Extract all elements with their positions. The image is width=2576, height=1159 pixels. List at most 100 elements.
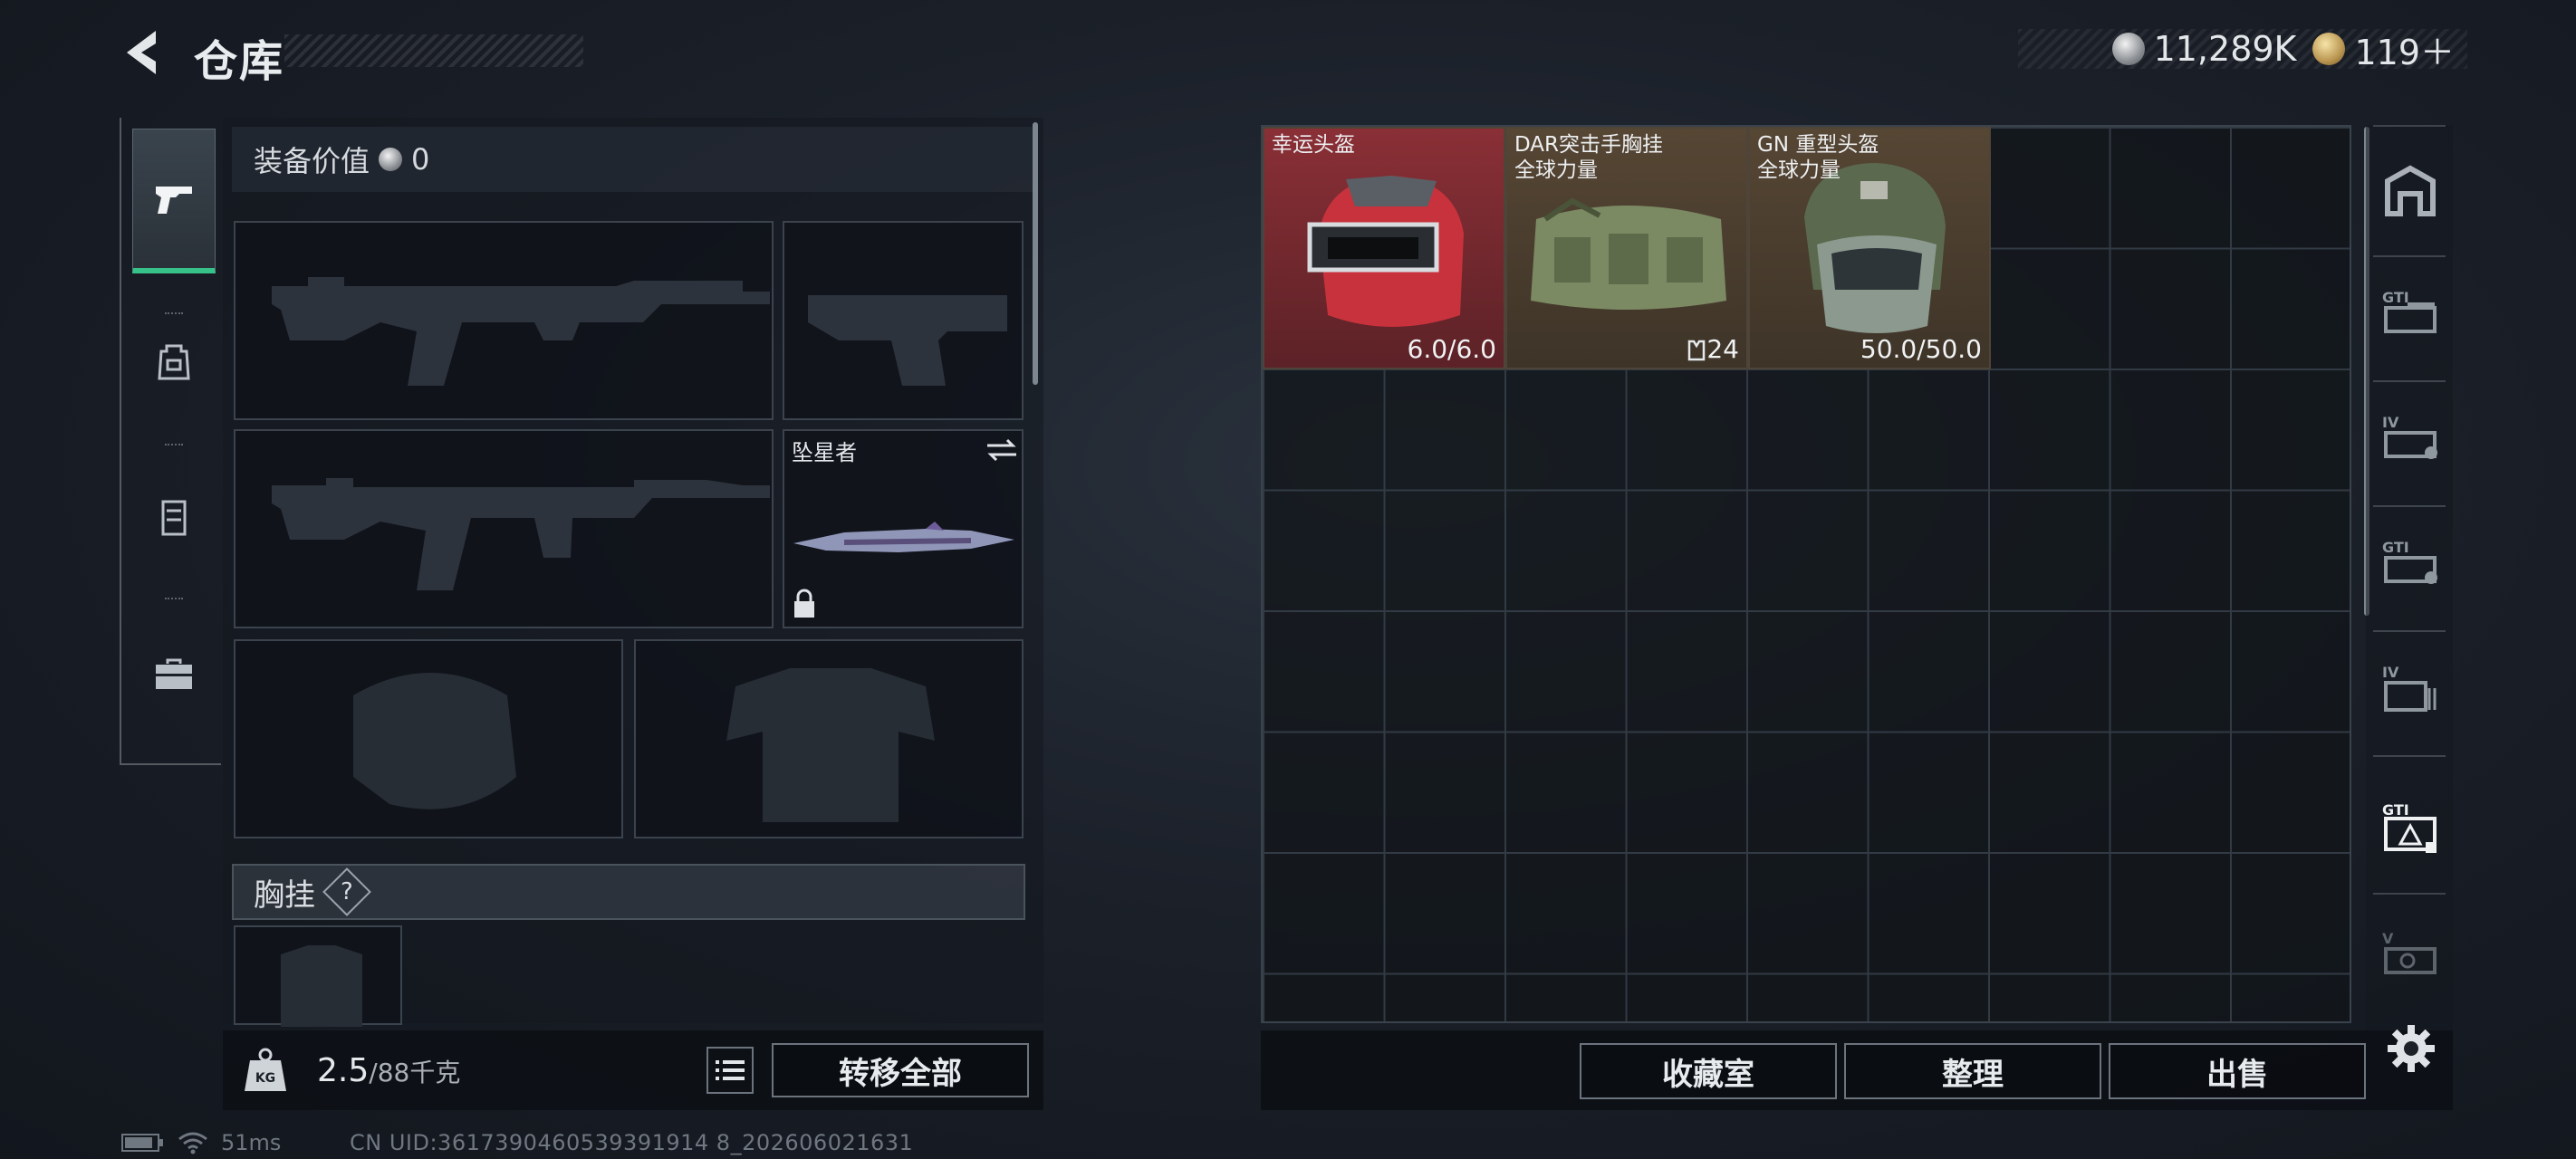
helmet-slot[interactable] [234, 639, 623, 838]
red-helmet-icon [1307, 176, 1464, 327]
item-durability: 50.0/50.0 [1860, 334, 1982, 364]
melee-name: 坠星者 [792, 440, 857, 465]
equipment-value-label: 装备价值 [254, 144, 370, 178]
kg-weight-icon: KG [245, 1048, 286, 1091]
title-decoration [284, 34, 583, 67]
svg-text:GTI: GTI [2382, 289, 2409, 306]
storage-box-icon: IV [2382, 664, 2437, 712]
help-icon[interactable]: ? [322, 867, 371, 916]
svg-text:IV: IV [2382, 664, 2399, 681]
melee-slot[interactable]: 坠星者 [783, 429, 1024, 628]
weight-readout: 2.5/88千克 [317, 1052, 460, 1089]
ping-value: 51ms [221, 1130, 282, 1155]
chest-rig-icon [1531, 197, 1726, 310]
storage-box-icon: GTI [2382, 539, 2437, 584]
shelf-icon [2385, 165, 2436, 216]
armor-silhouette-icon [726, 668, 935, 822]
battery-icon [121, 1134, 163, 1152]
armor-slot[interactable] [634, 639, 1024, 838]
tab-storage-main[interactable] [2379, 159, 2442, 223]
status-line: 51ms [121, 1130, 281, 1155]
weight-bar: KG 2.5/88千克 转移全部 [223, 1030, 1043, 1110]
gold-currency[interactable]: 119＋ [2312, 24, 2455, 74]
helmet-silhouette-icon [353, 673, 516, 809]
storage-item[interactable]: GN 重型头盔 全球力量 50.0/50.0 [1748, 127, 1991, 369]
chest-rig-label: 胸挂 [254, 876, 315, 914]
storage-box-icon: GTI [2382, 289, 2437, 333]
settings-button[interactable] [2384, 1021, 2438, 1076]
list-view-button[interactable] [706, 1047, 754, 1094]
toolbox-icon [156, 658, 192, 689]
tab-storage-iv-2[interactable]: IV [2379, 656, 2442, 719]
item-capacity: 24 [1687, 334, 1739, 364]
storage-item[interactable]: DAR突击手胸挂 全球力量 24 [1505, 127, 1748, 369]
chest-rig-mini-icon [1688, 340, 1706, 361]
item-title: DAR突击手胸挂 [1514, 133, 1664, 157]
weight-capacity: /88千克 [369, 1057, 461, 1087]
svg-text:KG: KG [255, 1071, 275, 1086]
star-blade-knife-icon [793, 522, 1014, 552]
gold-amount: 119＋ [2354, 32, 2455, 72]
item-subtitle: 全球力量 [1757, 158, 1841, 182]
storage-box-icon: IV [2382, 414, 2437, 459]
item-capacity-value: 24 [1706, 334, 1739, 364]
currency-bar: 11,289K 119＋ [2018, 29, 2467, 72]
silver-currency[interactable]: 11,289K [2111, 29, 2297, 69]
equipment-value: 0 [411, 142, 430, 177]
secondary-weapon-slot[interactable] [234, 429, 774, 628]
gear-icon [2388, 1025, 2435, 1072]
rifle-silhouette-icon [272, 277, 770, 386]
tab-storage-gti-1[interactable]: GTI [2379, 281, 2442, 344]
sell-button[interactable]: 出售 [2109, 1043, 2366, 1099]
equipment-value-header: 装备价值 0 [232, 127, 1036, 192]
organize-button[interactable]: 整理 [1844, 1043, 2101, 1099]
storage-grid[interactable]: 幸运头盔 6.0/6.0 DAR突击手胸挂 全球力量 24 GN 重型头盔 全球… [1261, 125, 2351, 1023]
chevron-left-icon [127, 31, 156, 74]
svg-text:V: V [2382, 930, 2394, 947]
backpack-icon [158, 344, 190, 380]
tab-storage-iv-1[interactable]: IV [2379, 406, 2442, 469]
storage-box-icon: V [2382, 930, 2437, 974]
gold-coin-icon [2312, 33, 2346, 65]
wifi-icon [178, 1132, 207, 1154]
svg-text:IV: IV [2382, 414, 2399, 431]
loadout-category-nav [120, 118, 221, 765]
storage-action-bar: 收藏室 整理 出售 [1261, 1030, 2453, 1110]
svg-text:GTI: GTI [2382, 539, 2409, 556]
vest-icon [161, 500, 187, 536]
rifle-silhouette-icon [272, 478, 770, 590]
pistol-silhouette-icon [808, 295, 1007, 386]
storage-box-active-icon: GTI [2382, 801, 2437, 853]
chest-rig-silhouette-icon [281, 945, 362, 1027]
silver-amount: 11,289K [2153, 29, 2297, 69]
tab-storage-v[interactable]: V [2379, 922, 2442, 985]
page-title: 仓库 [194, 36, 285, 87]
nav-toolbox[interactable] [132, 602, 216, 747]
nav-backpack[interactable] [132, 290, 216, 435]
item-name: GN 重型头盔 全球力量 [1757, 132, 1879, 183]
pistol-icon [156, 186, 192, 214]
transfer-all-button[interactable]: 转移全部 [772, 1043, 1029, 1097]
tab-storage-gti-active[interactable]: GTI [2379, 797, 2442, 860]
storage-item[interactable]: 幸运头盔 6.0/6.0 [1263, 127, 1505, 369]
item-subtitle: 全球力量 [1514, 158, 1598, 182]
weight-current: 2.5 [317, 1051, 370, 1089]
item-title: GN 重型头盔 [1757, 133, 1879, 157]
collection-button[interactable]: 收藏室 [1580, 1043, 1837, 1099]
nav-weapons[interactable] [132, 129, 216, 273]
swap-icon[interactable] [985, 436, 1018, 464]
chest-rig-section: 胸挂 ? [232, 864, 1025, 920]
chest-rig-slot[interactable] [234, 925, 402, 1027]
primary-weapon-slot[interactable] [234, 221, 774, 420]
sidearm-slot[interactable] [783, 221, 1024, 420]
silver-coin-icon [2111, 33, 2145, 65]
storage-tab-nav: GTI IV GTI IV GTI V [2366, 125, 2453, 1030]
item-name: 幸运头盔 [1272, 133, 1355, 157]
svg-text:GTI: GTI [2382, 801, 2409, 819]
nav-vest[interactable] [132, 445, 216, 590]
equipment-scrollbar[interactable] [1033, 122, 1038, 385]
tab-storage-gti-2[interactable]: GTI [2379, 531, 2442, 594]
silver-coin-icon [379, 148, 403, 171]
list-icon [716, 1060, 745, 1080]
back-button[interactable] [118, 25, 172, 80]
